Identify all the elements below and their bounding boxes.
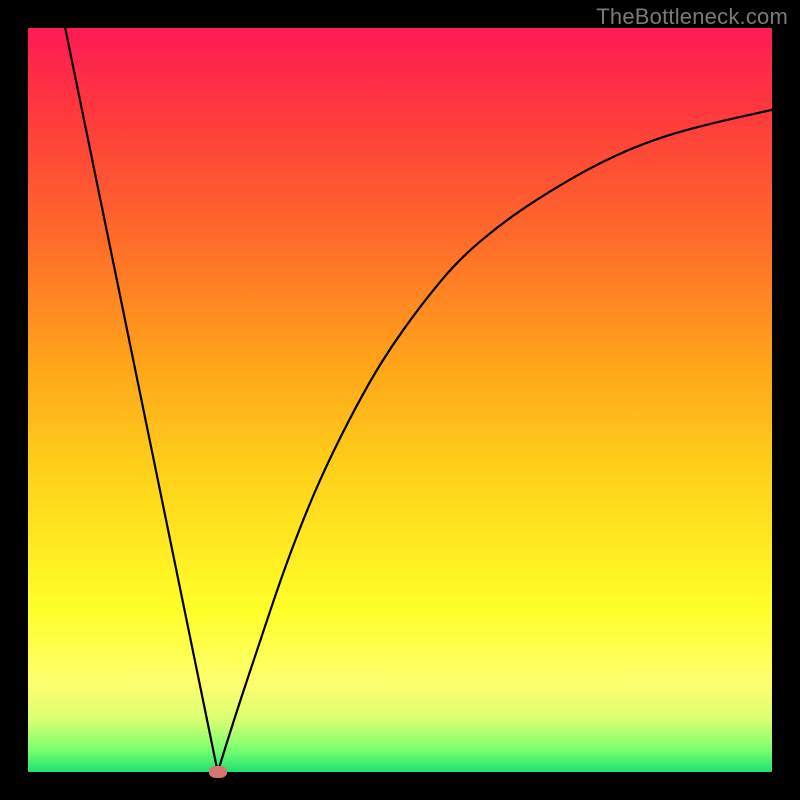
curve-path xyxy=(65,28,772,772)
curve-svg xyxy=(28,28,772,772)
minimum-marker xyxy=(209,766,227,778)
watermark-text: TheBottleneck.com xyxy=(596,4,788,30)
chart-frame: TheBottleneck.com xyxy=(0,0,800,800)
plot-area xyxy=(28,28,772,772)
